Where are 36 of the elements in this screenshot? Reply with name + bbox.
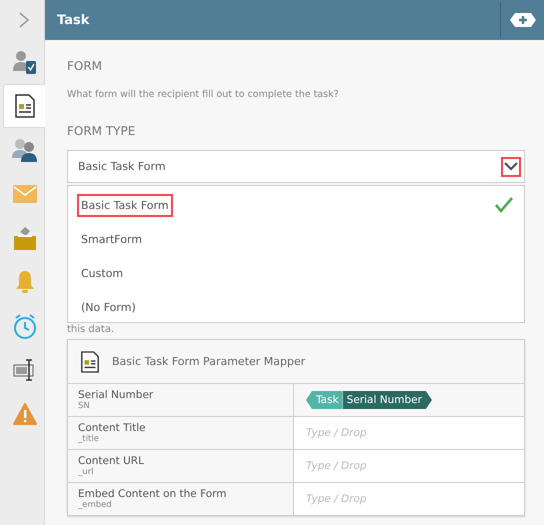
stopwatch-icon bbox=[12, 313, 36, 339]
parameter-name: Content Title bbox=[78, 422, 147, 434]
helper-text: this data. bbox=[67, 323, 116, 336]
form-icon bbox=[14, 94, 36, 118]
parameter-name: Embed Content on the Form bbox=[78, 488, 228, 500]
envelope-icon bbox=[12, 185, 36, 203]
value-input[interactable]: Type / Drop bbox=[294, 483, 524, 515]
parameter-key: _title bbox=[78, 434, 293, 444]
user-clipboard-icon bbox=[12, 49, 38, 75]
parameter-key: SN bbox=[78, 401, 293, 411]
parameter-key: _embed bbox=[78, 500, 293, 510]
section-heading: FORM bbox=[67, 58, 104, 75]
dropdown-value: Basic Task Form bbox=[78, 160, 166, 173]
parameter-name: Serial Number bbox=[78, 389, 154, 401]
sidebar-tab[interactable] bbox=[3, 84, 45, 128]
dropdown-option[interactable]: SmartForm bbox=[68, 222, 524, 256]
text-field-icon bbox=[12, 359, 36, 381]
chevron-right-icon bbox=[18, 11, 30, 29]
section-heading: FORM TYPE bbox=[67, 123, 136, 140]
form-icon bbox=[80, 350, 100, 372]
dropdown-option[interactable]: Custom bbox=[68, 256, 524, 290]
panel-title: Basic Task Form Parameter Mapper bbox=[112, 355, 306, 368]
users-icon bbox=[12, 138, 38, 162]
form-type-dropdown[interactable]: Basic Task Form bbox=[67, 150, 525, 183]
value-input[interactable]: Type / Drop bbox=[294, 450, 524, 482]
ballot-box-icon bbox=[14, 226, 36, 250]
value-input[interactable]: Type / Drop bbox=[294, 417, 524, 449]
dropdown-option[interactable]: Basic Task Form bbox=[68, 188, 524, 222]
parameter-key: _url bbox=[78, 467, 293, 477]
section-description: What form will the recipient fill out to complete the task? bbox=[67, 89, 340, 100]
bell-icon bbox=[14, 270, 34, 294]
warning-icon bbox=[12, 403, 36, 425]
dropdown-option[interactable]: (No Form) bbox=[68, 290, 524, 324]
panel-title: Task bbox=[57, 12, 90, 28]
plus-tag-icon bbox=[508, 12, 536, 28]
parameter-name: Content URL bbox=[78, 455, 145, 467]
